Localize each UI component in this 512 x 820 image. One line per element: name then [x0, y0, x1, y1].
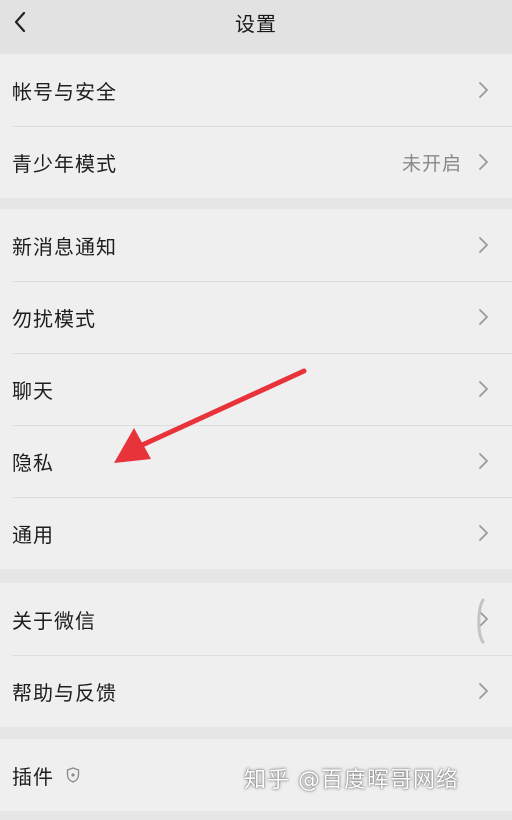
chevron-right-icon	[479, 683, 488, 699]
settings-item-account-security[interactable]: 帐号与安全	[0, 54, 512, 126]
youth-mode-status: 未开启	[401, 152, 462, 175]
chevron-right-icon	[479, 237, 488, 253]
chevron-right-icon	[479, 453, 488, 469]
watermark: 知乎 @百度晖哥网络	[244, 768, 459, 793]
nav-bar: 设置	[0, 0, 512, 54]
settings-group-account: 帐号与安全 青少年模式 未开启	[0, 54, 512, 198]
settings-item-do-not-disturb[interactable]: 勿扰模式	[0, 281, 512, 353]
chevron-right-icon	[479, 309, 488, 325]
settings-item-privacy[interactable]: 隐私	[0, 425, 512, 497]
settings-item-label: 帮助与反馈	[12, 680, 117, 705]
chevron-right-icon	[479, 381, 488, 397]
chevron-right-icon	[479, 525, 488, 541]
settings-item-label: 隐私	[12, 450, 54, 475]
scroll-handle[interactable]	[474, 598, 488, 644]
settings-group-about: 关于微信 帮助与反馈	[0, 583, 512, 727]
settings-item-general[interactable]: 通用	[0, 497, 512, 569]
chevron-right-icon	[479, 154, 488, 170]
settings-item-about-wechat[interactable]: 关于微信	[0, 583, 512, 655]
settings-item-label: 新消息通知	[12, 234, 117, 259]
settings-item-help-feedback[interactable]: 帮助与反馈	[0, 655, 512, 727]
shield-icon	[66, 767, 80, 783]
settings-group-general: 新消息通知 勿扰模式 聊天 隐私 通用	[0, 209, 512, 569]
settings-screen: 设置 帐号与安全 青少年模式 未开启 新消息通知 勿扰模式 聊天 隐私 通用 关…	[0, 0, 512, 820]
settings-item-youth-mode[interactable]: 青少年模式 未开启	[0, 126, 512, 198]
chevron-right-icon	[479, 82, 488, 98]
page-title: 设置	[235, 12, 277, 36]
settings-item-label: 勿扰模式	[12, 306, 96, 331]
settings-item-label: 聊天	[12, 378, 54, 403]
settings-item-label: 帐号与安全	[12, 79, 117, 104]
settings-item-label: 通用	[12, 522, 54, 547]
settings-item-label: 青少年模式	[12, 151, 117, 176]
settings-item-label: 关于微信	[12, 608, 96, 633]
settings-item-chat[interactable]: 聊天	[0, 353, 512, 425]
settings-item-notifications[interactable]: 新消息通知	[0, 209, 512, 281]
settings-item-label: 插件	[12, 764, 54, 789]
